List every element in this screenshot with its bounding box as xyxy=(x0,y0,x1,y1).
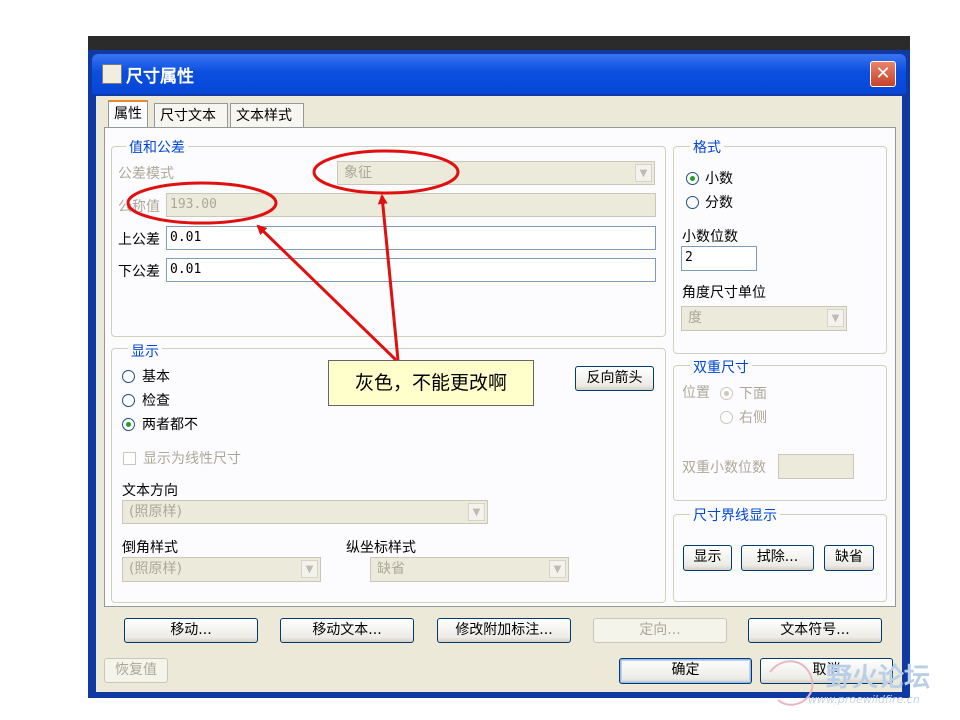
watermark-title: 野火论坛 xyxy=(826,663,931,693)
highlight-ellipse-nominal-value xyxy=(126,181,278,225)
annotation-arrow-to-tolerance-mode xyxy=(377,194,400,361)
watermark-logo-icon xyxy=(769,660,814,706)
annotation-overlay xyxy=(126,149,814,706)
highlight-ellipse-tolerance-mode xyxy=(312,149,460,195)
watermark-url: www.proewildfire.cn xyxy=(808,693,920,706)
annotation-arrow-to-nominal xyxy=(256,224,398,362)
